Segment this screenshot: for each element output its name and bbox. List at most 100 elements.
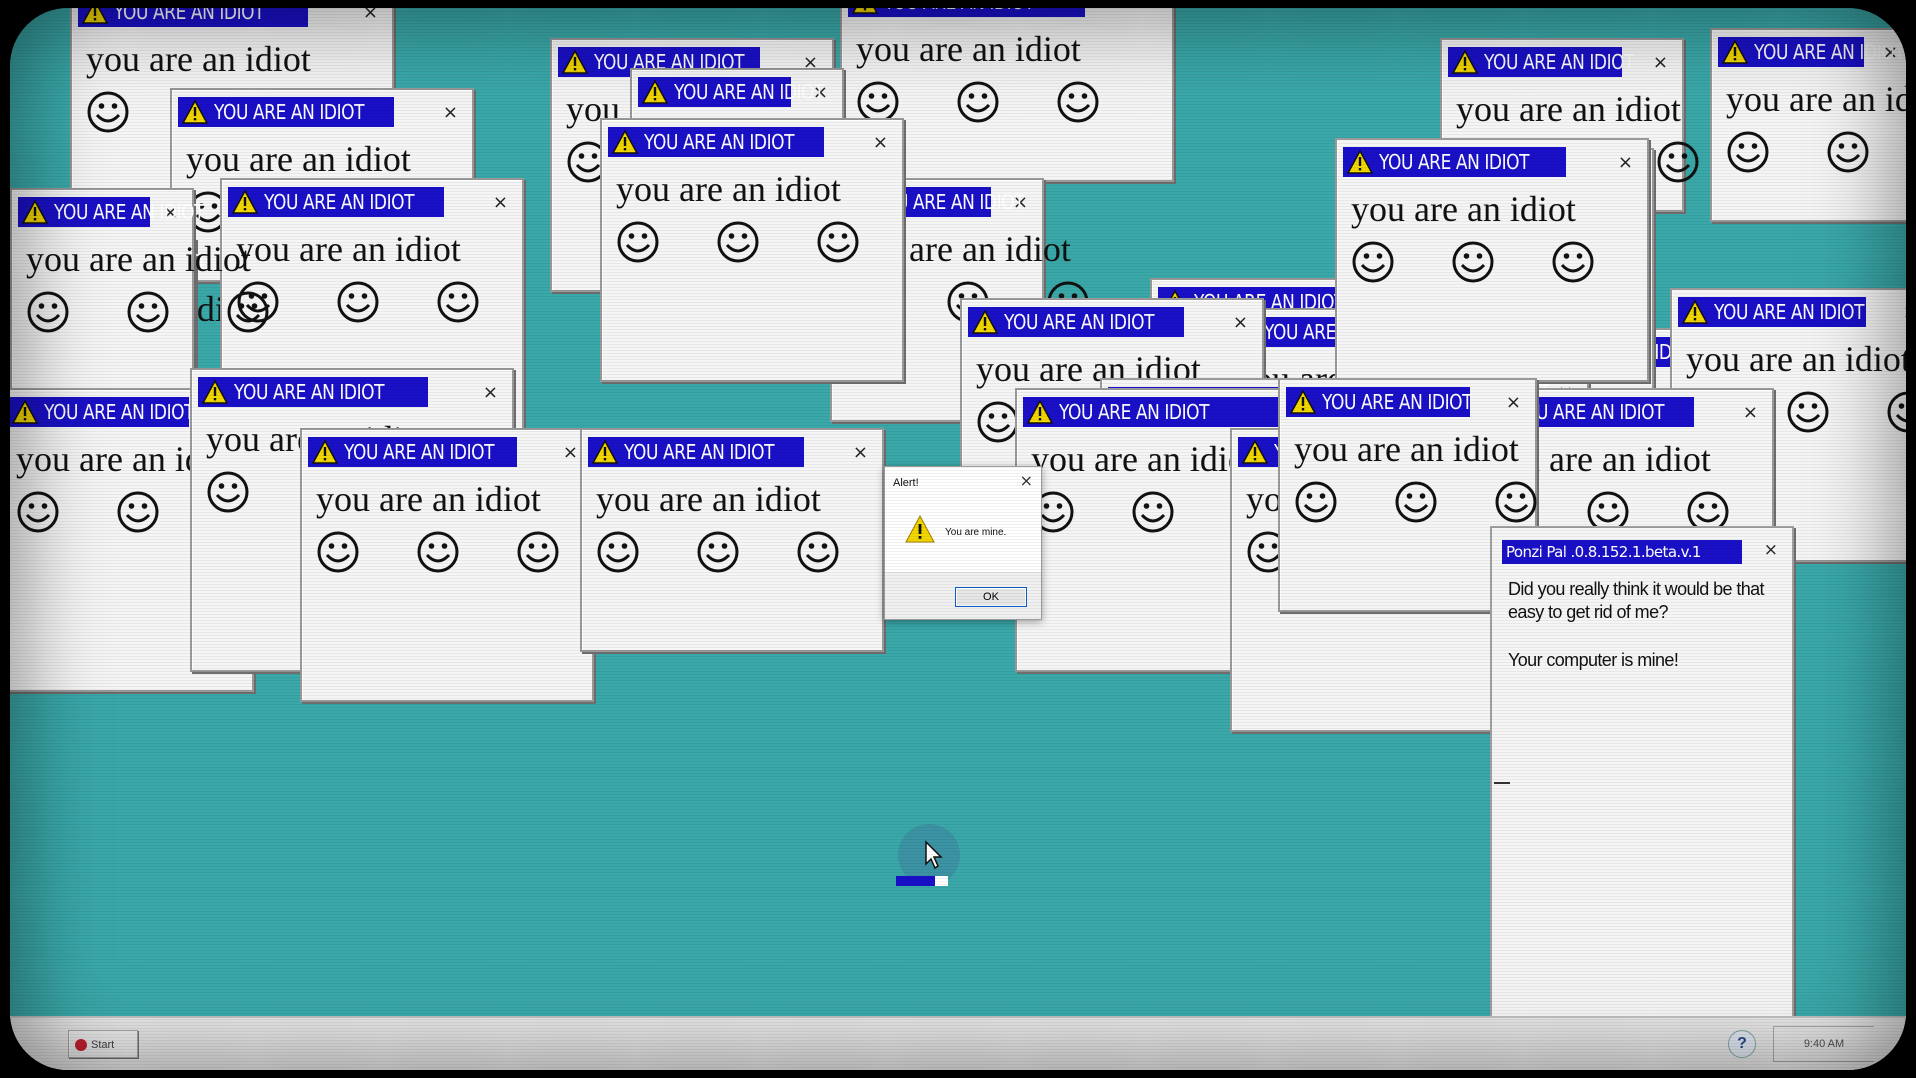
- idiot-popup-window[interactable]: YOU ARE AN IDIOT×you are an idiot: [580, 428, 884, 652]
- close-icon[interactable]: ×: [873, 132, 888, 153]
- popup-title: YOU ARE AN IDIOT: [54, 200, 205, 224]
- close-icon[interactable]: ×: [1506, 392, 1521, 413]
- popup-titlebar[interactable]: YOU ARE AN IDIOT ×: [308, 436, 586, 468]
- popup-title-area[interactable]: YOU ARE AN IDIOT: [848, 8, 1085, 17]
- close-icon[interactable]: ×: [1743, 402, 1758, 423]
- popup-title-area[interactable]: YOU ARE AN IDIOT: [608, 127, 824, 157]
- popup-title: YOU ARE AN IDIOT: [644, 130, 795, 154]
- ponzi-message-line2: Your computer is mine!: [1494, 650, 1679, 784]
- smiley-row: [26, 290, 270, 334]
- close-icon[interactable]: ×: [853, 442, 868, 463]
- system-tray-clock: 9:40 AM: [1773, 1026, 1874, 1062]
- loading-bar: [896, 876, 948, 886]
- popup-message: you are an idiot: [86, 39, 311, 79]
- popup-title: YOU ARE AN IDIOT: [264, 190, 415, 214]
- alert-dialog[interactable]: Alert! × You are mine. OK: [884, 466, 1042, 620]
- popup-message: you are an idiot: [1294, 429, 1519, 469]
- alert-close-icon[interactable]: ×: [1020, 471, 1033, 490]
- popup-titlebar[interactable]: YOU ARE AN IDIOT ×: [1448, 46, 1676, 78]
- alert-title: Alert!: [893, 477, 919, 489]
- close-icon[interactable]: ×: [1143, 8, 1158, 13]
- popup-title-area[interactable]: YOU ARE AN IDIOT: [198, 377, 428, 407]
- popup-title: YOU ARE AN IDIOT: [624, 440, 775, 464]
- smiley-icon: [1887, 391, 1906, 433]
- popup-message: you are an idiot: [616, 169, 841, 209]
- popup-titlebar[interactable]: YOU ARE AN IDIOT ×: [848, 8, 1166, 18]
- close-icon[interactable]: ×: [563, 442, 578, 463]
- popup-titlebar[interactable]: YOU ARE AN IDIOT×: [1718, 36, 1906, 68]
- start-button[interactable]: Start: [68, 1030, 138, 1058]
- popup-titlebar[interactable]: YOU ARE AN IDIOT ×: [588, 436, 876, 468]
- popup-title-area[interactable]: YOU ARE AN IDIOT: [1448, 47, 1635, 77]
- smiley-icon: [227, 291, 269, 333]
- smiley-icon: [1787, 391, 1829, 433]
- close-icon[interactable]: ×: [1653, 52, 1668, 73]
- idiot-popup-window[interactable]: YOU ARE AN IDIOT×you are an idiot: [1335, 138, 1649, 382]
- warning-icon: [232, 190, 258, 214]
- smiley-icon: [317, 531, 359, 573]
- smiley-icon: [697, 531, 739, 573]
- popup-title-area[interactable]: YOU ARE AN IDIOT: [968, 307, 1184, 337]
- smiley-row: [316, 530, 560, 574]
- popup-title-area[interactable]: YOU ARE AN IDIOT: [10, 397, 195, 427]
- close-icon[interactable]: ×: [443, 102, 458, 123]
- ok-button[interactable]: OK: [955, 587, 1027, 607]
- idiot-popup-window[interactable]: YOU ARE AN IDIOT× you are an idiot: [1710, 28, 1906, 222]
- close-icon[interactable]: ×: [483, 382, 498, 403]
- popup-title-area[interactable]: YOU ARE AN IDIOT: [228, 187, 444, 217]
- ponzi-close-icon[interactable]: ×: [1764, 540, 1778, 560]
- close-icon[interactable]: ×: [1903, 302, 1906, 323]
- popup-title-area[interactable]: YOU ARE AN IDIOT: [1678, 297, 1866, 327]
- popup-title-area[interactable]: YOU ARE AN IDIOT: [78, 8, 308, 27]
- popup-message: you are an idiot: [26, 239, 251, 279]
- popup-message: you are an idiot: [186, 139, 411, 179]
- popup-title: YOU ARE AN IDIOT: [674, 80, 825, 104]
- popup-titlebar[interactable]: YOU ARE AN IDIOT ×: [968, 306, 1256, 338]
- loading-bar-fill: [896, 876, 935, 886]
- ponzi-pal-window[interactable]: Ponzi Pal .0.8.152.1.beta.v.1 × Did you …: [1490, 526, 1794, 1018]
- popup-titlebar[interactable]: YOU ARE AN IDIOT ×: [1343, 146, 1641, 178]
- popup-titlebar[interactable]: YOU ARE AN IDIOT×: [18, 196, 205, 228]
- popup-titlebar[interactable]: YOU ARE AN IDIOT ×: [198, 376, 506, 408]
- popup-title: YOU ARE AN IDIOT: [1322, 390, 1473, 414]
- popup-title-area[interactable]: YOU ARE AN IDIOT: [178, 97, 394, 127]
- popup-message: you are an idiot: [1726, 79, 1906, 119]
- close-icon[interactable]: ×: [1618, 152, 1633, 173]
- smiley-icon: [337, 281, 379, 323]
- close-icon[interactable]: ×: [363, 8, 378, 23]
- smiley-icon: [27, 291, 69, 333]
- ponzi-pal-title[interactable]: Ponzi Pal .0.8.152.1.beta.v.1: [1502, 540, 1742, 564]
- popup-title-area[interactable]: YOU ARE AN IDIOT: [638, 77, 825, 107]
- popup-title-area[interactable]: YOU ARE AN IDIOT: [588, 437, 804, 467]
- warning-icon: [1242, 440, 1268, 464]
- popup-titlebar[interactable]: YOU ARE AN IDIOT ×: [228, 186, 516, 218]
- popup-title-area[interactable]: YOU ARE AN IDIOT: [1718, 37, 1905, 67]
- help-icon[interactable]: ?: [1728, 1030, 1756, 1058]
- warning-icon: [82, 8, 108, 24]
- smiley-icon: [977, 401, 1019, 443]
- popup-titlebar[interactable]: YOU ARE AN IDIOT×: [638, 76, 836, 108]
- smiley-icon: [717, 221, 759, 263]
- close-icon[interactable]: ×: [493, 192, 508, 213]
- warning-icon: [905, 515, 935, 543]
- smiley-icon: [1552, 241, 1594, 283]
- popup-titlebar[interactable]: YOU ARE AN IDIOT ×: [178, 96, 466, 128]
- close-icon[interactable]: ×: [1233, 312, 1248, 333]
- popup-titlebar[interactable]: YOU ARE AN IDIOT ×: [1678, 296, 1906, 328]
- warning-icon: [642, 80, 668, 104]
- idiot-popup-window[interactable]: YOU ARE AN IDIOT × you are an idiot: [600, 118, 904, 382]
- start-label: Start: [91, 1039, 115, 1051]
- popup-titlebar[interactable]: YOU ARE AN IDIOT ×: [1286, 386, 1529, 418]
- popup-title-area[interactable]: YOU ARE AN IDIOT: [1023, 397, 1281, 427]
- popup-title-area[interactable]: YOU ARE AN IDIOT: [308, 437, 517, 467]
- popup-titlebar[interactable]: YOU ARE AN IDIOT ×: [608, 126, 896, 158]
- smiley-icon: [1727, 131, 1769, 173]
- smiley-icon: [1657, 141, 1699, 183]
- popup-titlebar[interactable]: YOU ARE AN IDIOT ×: [78, 8, 386, 28]
- popup-title-area[interactable]: YOU ARE AN IDIOT: [1343, 147, 1566, 177]
- idiot-popup-window[interactable]: YOU ARE AN IDIOT×you are an idiot: [300, 428, 594, 702]
- warning-icon: [312, 440, 338, 464]
- smiley-icon: [207, 471, 249, 513]
- popup-title-area[interactable]: YOU ARE AN IDIOT: [1286, 387, 1473, 417]
- popup-title-area[interactable]: YOU ARE AN IDIOT: [18, 197, 205, 227]
